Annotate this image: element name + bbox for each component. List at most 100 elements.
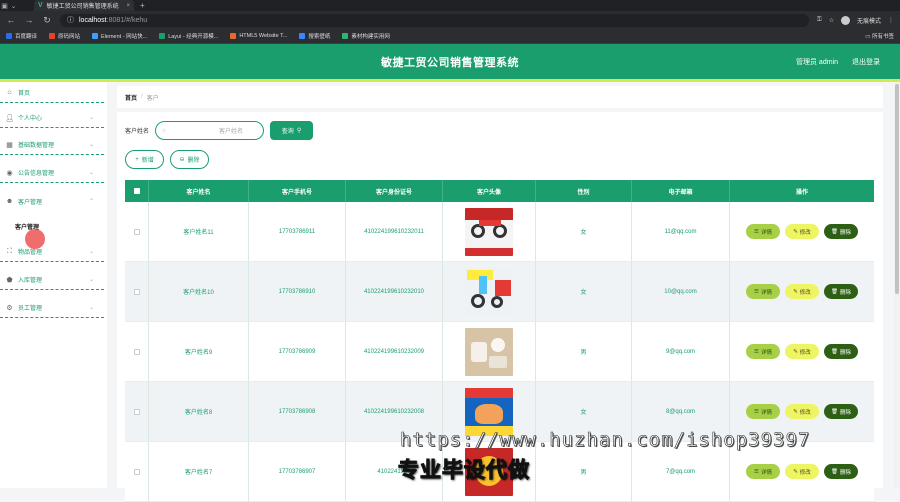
edit-button[interactable]: ✎ 修改 (785, 344, 819, 359)
delete-button[interactable]: 🗑︎ 删除 (824, 284, 858, 299)
sidebar-item-inbound[interactable]: ⬟ 入库管理 ⌄ (0, 270, 104, 290)
back-icon[interactable]: ← (6, 15, 16, 25)
edit-button[interactable]: ✎ 修改 (785, 464, 819, 479)
row-checkbox[interactable] (133, 228, 140, 235)
scrollbar-thumb[interactable] (895, 84, 899, 294)
trash-icon: 🗑︎ (831, 468, 838, 475)
customer-avatar-image[interactable] (465, 267, 513, 316)
edit-label: 修改 (799, 349, 811, 356)
row-checkbox[interactable] (133, 468, 140, 475)
select-all-checkbox[interactable] (133, 188, 140, 194)
bookmark-item[interactable]: 素材构建实用网 (342, 32, 390, 40)
bell-icon: ◉ (6, 169, 13, 177)
sidebar-item-label: 客户管理 (18, 199, 43, 206)
bookmark-favicon-icon (159, 33, 166, 39)
cell-email: 9@qq.com (632, 322, 730, 381)
profile-avatar[interactable] (840, 15, 850, 25)
bookmark-star-icon[interactable]: ☆ (829, 17, 834, 24)
bookmark-item[interactable]: 百度翻译 (6, 32, 37, 40)
row-checkbox[interactable] (133, 408, 140, 415)
sidebar-item-basic-data[interactable]: ▦ 基础数据管理 ⌄ (0, 135, 104, 155)
cell-customer-name: 客户姓名8 (149, 382, 249, 441)
sidebar-item-home[interactable]: ⌂ 首页 (0, 83, 104, 103)
breadcrumb-home[interactable]: 首页 (125, 93, 137, 102)
bookmark-label: Element - 网站快... (101, 34, 148, 40)
col-header-email[interactable]: 电子邮箱 (632, 180, 730, 202)
bookmark-item[interactable]: Element - 网站快... (92, 32, 147, 40)
sidebar-item-customer[interactable]: ☻ 客户管理 ⌃ (0, 191, 104, 211)
search-button-label: 查询 (281, 129, 294, 135)
close-tab-icon[interactable]: × (126, 3, 130, 9)
col-header-phone[interactable]: 客户手机号 (249, 180, 346, 202)
delete-button[interactable]: 🗑︎ 删除 (824, 344, 858, 359)
window-menu-icon[interactable]: ▣ (0, 0, 9, 11)
row-checkbox[interactable] (133, 348, 140, 355)
col-header-avatar[interactable]: 客户头像 (443, 180, 536, 202)
bookmark-item[interactable]: 原码网站 (49, 32, 80, 40)
cell-customer-name: 客户姓名11 (149, 202, 249, 261)
edit-button[interactable]: ✎ 修改 (785, 224, 819, 239)
col-header-name[interactable]: 客户姓名 (149, 180, 249, 202)
detail-icon: ☰ (754, 468, 759, 475)
edit-icon: ✎ (793, 468, 798, 475)
sidebar-item-notice[interactable]: ◉ 公告信息管理 ⌄ (0, 163, 104, 183)
menu-dots-icon[interactable]: ⋮ (888, 17, 894, 24)
table-header: 客户姓名 客户手机号 客户身份证号 客户头像 性别 电子邮箱 操作 (125, 180, 874, 202)
detail-button[interactable]: ☰ 详情 (746, 224, 780, 239)
detail-button[interactable]: ☰ 详情 (746, 464, 780, 479)
customer-avatar-image[interactable] (465, 207, 513, 256)
bookmark-item[interactable]: 搜索壁纸 (299, 32, 330, 40)
search-button[interactable]: 查询 ⚲ (270, 121, 314, 140)
cell-phone: 17703786911 (249, 202, 346, 261)
edit-button[interactable]: ✎ 修改 (785, 404, 819, 419)
customer-avatar-image[interactable] (465, 327, 513, 376)
all-bookmarks[interactable]: ▭ 所有书签 (865, 32, 894, 40)
col-header-idcard[interactable]: 客户身份证号 (346, 180, 443, 202)
info-icon[interactable]: ⓘ (67, 15, 74, 25)
detail-button[interactable]: ☰ 详情 (746, 284, 780, 299)
row-checkbox[interactable] (133, 288, 140, 295)
forward-icon[interactable]: → (24, 15, 34, 25)
sidebar-item-label: 入库管理 (18, 278, 43, 284)
reload-icon[interactable]: ↻ (42, 15, 52, 26)
page-title: 敏捷工贸公司销售管理系统 (381, 56, 519, 69)
delete-button[interactable]: 🗑︎ 删除 (824, 404, 858, 419)
sidebar-item-profile[interactable]: 👤︎ 个人中心 ⌄ (0, 108, 104, 128)
search-placeholder: 客户姓名 (219, 129, 244, 135)
breadcrumb-separator: / (141, 94, 143, 100)
inbound-icon: ⬟ (6, 276, 13, 284)
col-header-gender[interactable]: 性别 (536, 180, 632, 202)
table-row: 客户姓名10 17703786910 410224199610232010 女 10@q… (125, 262, 874, 322)
bookmark-item[interactable]: HTML5 Website T... (230, 33, 287, 39)
cell-email: 11@qq.com (632, 202, 730, 261)
new-tab-icon[interactable]: + (140, 1, 145, 10)
vue-logo-icon: V (38, 2, 43, 9)
password-key-icon[interactable]: ⚿ (817, 17, 822, 24)
batch-delete-button[interactable]: ⊖ 删除 (170, 150, 209, 169)
delete-button[interactable]: 🗑︎ 删除 (824, 464, 858, 479)
browser-tab[interactable]: V 敏捷工贸公司销售管理系统 × (34, 0, 134, 11)
main-content: 首页 / 客户 客户姓名 ○ 客户姓名 查询 ⚲ + 新增 ⊖ 删除 客户姓名 … (117, 82, 883, 502)
sidebar-item-staff[interactable]: ⚙ 员工管理 ⌄ (0, 298, 104, 318)
url-field[interactable]: ⓘ localhost:8081/#/kehu (60, 13, 810, 27)
detail-label: 详情 (760, 229, 772, 236)
bookmark-label: 原码网站 (58, 34, 81, 40)
detail-label: 详情 (760, 349, 772, 356)
chevron-up-icon: ⌃ (88, 198, 94, 205)
edit-button[interactable]: ✎ 修改 (785, 284, 819, 299)
bookmark-favicon-icon (49, 33, 56, 39)
detail-button[interactable]: ☰ 详情 (746, 404, 780, 419)
url-host: localhost (79, 16, 107, 24)
bookmark-item[interactable]: Layui - 经典开源模... (159, 32, 218, 40)
detail-button[interactable]: ☰ 详情 (746, 344, 780, 359)
logout-button[interactable]: 退出登录 (852, 57, 880, 67)
search-input[interactable]: ○ 客户姓名 (155, 121, 265, 140)
tab-search-icon[interactable]: ⌄ (9, 0, 18, 11)
add-button[interactable]: + 新增 (125, 150, 164, 169)
sidebar: ⌂ 首页 👤︎ 个人中心 ⌄ ▦ 基础数据管理 ⌄ ◉ 公告信息管理 ⌄ ☻ 客… (0, 82, 107, 488)
admin-user-label[interactable]: 管理员 admin (796, 57, 838, 67)
profile-label[interactable]: 无痕模式 (857, 16, 881, 25)
page-scrollbar[interactable] (894, 82, 900, 488)
sidebar-item-goods[interactable]: ⛶ 物品管理 ⌄ (0, 242, 104, 262)
delete-button[interactable]: 🗑︎ 删除 (824, 224, 858, 239)
